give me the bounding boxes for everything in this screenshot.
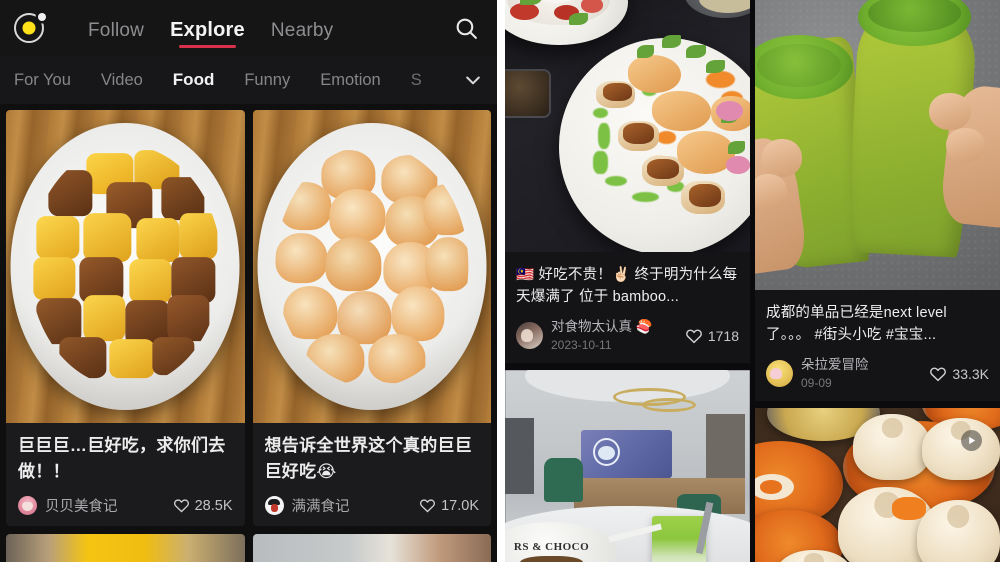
feed-card[interactable]: 想告诉全世界这个真的巨巨巨好吃😭 满满食记 17.0K: [252, 110, 492, 526]
avatar[interactable]: [264, 496, 284, 515]
post-card[interactable]: 🇲🇾 好吃不贵！✌🏻 终于明为什么每天爆满了 位于 bamboo... 对食物太…: [505, 0, 750, 363]
post-author-name: 对食物太认真 🍣: [551, 318, 653, 334]
chevron-down-icon[interactable]: [449, 56, 497, 104]
category-tab-bar: For You Video Food Funny Emotion S: [0, 56, 497, 104]
card-author-name: 贝贝美食记: [45, 499, 118, 515]
tab-nearby[interactable]: Nearby: [271, 21, 333, 48]
subtab-video[interactable]: Video: [101, 71, 143, 90]
card-thumbnail-partial[interactable]: [6, 534, 245, 562]
heart-icon: [930, 367, 947, 382]
like-count: 28.5K: [194, 497, 233, 514]
avatar[interactable]: [18, 496, 37, 515]
like-button[interactable]: 17.0K: [419, 497, 479, 514]
app-panel-left: Follow Explore Nearby For You Video Food…: [0, 0, 497, 562]
panel-divider-gap: [497, 0, 505, 562]
main-tab-bar: Follow Explore Nearby: [88, 8, 333, 48]
post-author-block: 朵拉爱冒险 09-09: [801, 357, 869, 391]
tab-follow[interactable]: Follow: [88, 21, 144, 48]
post-divider: [755, 400, 1000, 408]
post-author-name: 朵拉爱冒险: [801, 356, 869, 372]
post-title: 🇲🇾 好吃不贵！✌🏻 终于明为什么每天爆满了 位于 bamboo...: [516, 267, 738, 306]
card-title: 想告诉全世界这个真的巨巨巨好吃😭: [264, 436, 473, 481]
post-body: 🇲🇾 好吃不贵！✌🏻 终于明为什么每天爆满了 位于 bamboo... 对食物太…: [505, 252, 750, 363]
screenshot-root: Follow Explore Nearby For You Video Food…: [0, 0, 1000, 562]
card-meta-row: 满满食记 17.0K: [264, 495, 479, 516]
post-date: 09-09: [801, 375, 832, 390]
subtab-emotion[interactable]: Emotion: [320, 71, 381, 90]
post-author-block: 对食物太认真 🍣 2023-10-11: [551, 319, 653, 353]
card-author-name: 满满食记: [291, 499, 350, 515]
video-play-badge[interactable]: [961, 429, 982, 451]
top-navigation-bar: Follow Explore Nearby: [0, 0, 497, 56]
card-body: 想告诉全世界这个真的巨巨巨好吃😭 满满食记 17.0K: [253, 423, 492, 526]
card-meta-row: 贝贝美食记 28.5K: [18, 495, 233, 516]
card-thumbnail-partial[interactable]: [252, 534, 491, 562]
feed-card[interactable]: [6, 534, 245, 562]
subtab-food[interactable]: Food: [173, 70, 215, 90]
post-thumbnail-dumplings[interactable]: [755, 407, 1000, 562]
post-thumbnail-cafe-matcha[interactable]: RS & CHOCO: [505, 369, 750, 562]
subtab-for-you[interactable]: For You: [14, 71, 71, 90]
app-panel-right: 成都的单品已经是next level了。。。 #街头小吃 #宝宝... 朵拉爱冒…: [750, 0, 1000, 562]
content-feed: 巨巨巨…巨好吃，求你们去做！！ 贝贝美食记 28.5K 想告诉全世界这个真的巨巨…: [0, 104, 497, 562]
like-button[interactable]: 1718: [685, 327, 739, 345]
post-card[interactable]: [755, 407, 1000, 562]
like-count: 1718: [707, 327, 739, 344]
post-title: 成都的单品已经是next level了。。。 #街头小吃 #宝宝...: [766, 305, 947, 344]
heart-icon: [173, 499, 189, 513]
like-count: 33.3K: [952, 365, 989, 382]
post-card[interactable]: 成都的单品已经是next level了。。。 #街头小吃 #宝宝... 朵拉爱冒…: [755, 0, 1000, 401]
tab-explore[interactable]: Explore: [170, 20, 245, 48]
post-card[interactable]: RS & CHOCO: [505, 369, 750, 562]
like-button[interactable]: 33.3K: [929, 365, 989, 383]
play-icon: [969, 436, 976, 444]
feed-card[interactable]: [252, 534, 491, 562]
feed-card[interactable]: 巨巨巨…巨好吃，求你们去做！！ 贝贝美食记 28.5K: [6, 110, 245, 526]
avatar[interactable]: [516, 322, 543, 350]
app-logo-icon[interactable]: [14, 13, 46, 43]
post-body: 成都的单品已经是next level了。。。 #街头小吃 #宝宝... 朵拉爱冒…: [755, 290, 1000, 401]
post-meta-row: 对食物太认真 🍣 2023-10-11 1718: [516, 319, 739, 353]
subtab-more-clipped[interactable]: S: [411, 71, 422, 90]
search-icon[interactable]: [449, 11, 483, 45]
card-thumbnail-fried-shrimp[interactable]: [252, 110, 491, 423]
app-panel-middle: 🇲🇾 好吃不贵！✌🏻 终于明为什么每天爆满了 位于 bamboo... 对食物太…: [505, 0, 750, 562]
like-count: 17.0K: [441, 497, 479, 514]
avatar[interactable]: [766, 360, 793, 388]
logo-inner-dot: [22, 21, 36, 35]
post-divider: [505, 362, 750, 370]
card-body: 巨巨巨…巨好吃，求你们去做！！ 贝贝美食记 28.5K: [6, 423, 245, 526]
feed-row-next-partial: [0, 534, 497, 562]
post-thumbnail-scallops-prawns[interactable]: [505, 0, 750, 252]
heart-icon: [420, 499, 436, 513]
card-thumbnail-meat-pineapple[interactable]: [6, 110, 245, 423]
post-meta-row: 朵拉爱冒险 09-09 33.3K: [766, 357, 989, 391]
logo-satellite-dot: [38, 13, 46, 21]
post-date: 2023-10-11: [551, 337, 612, 352]
card-title: 巨巨巨…巨好吃，求你们去做！！: [18, 436, 226, 481]
feed-row: 巨巨巨…巨好吃，求你们去做！！ 贝贝美食记 28.5K 想告诉全世界这个真的巨巨…: [0, 110, 497, 526]
subtab-funny[interactable]: Funny: [244, 71, 290, 90]
heart-icon: [685, 329, 702, 344]
like-button[interactable]: 28.5K: [173, 497, 233, 514]
post-thumbnail-matcha-cones[interactable]: [755, 0, 1000, 290]
